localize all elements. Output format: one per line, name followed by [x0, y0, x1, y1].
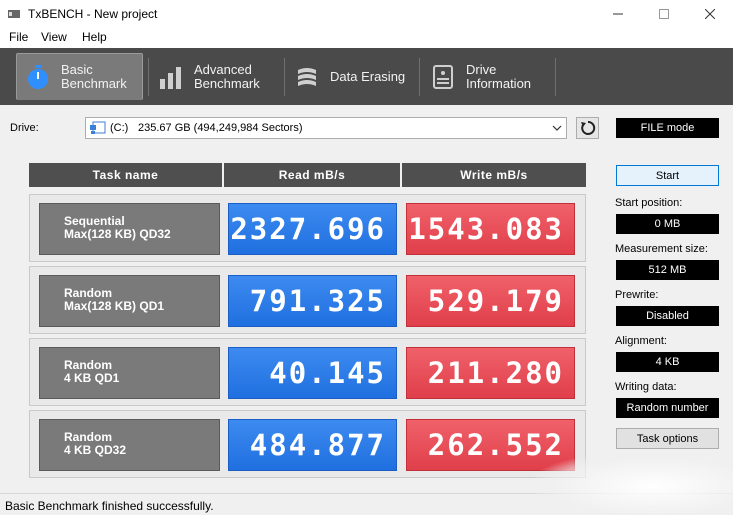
- read-value: 484.877: [228, 419, 397, 471]
- tab-advanced-line1: Advanced: [194, 61, 252, 77]
- refresh-button[interactable]: [576, 117, 599, 139]
- alignment-label: Alignment:: [615, 335, 667, 347]
- header-read: Read mB/s: [224, 163, 400, 187]
- result-row-seq-q32: Sequential Max(128 KB) QD32 2327.696 154…: [29, 194, 586, 262]
- result-row-rnd-4k-q1: Random 4 KB QD1 40.145 211.280: [29, 338, 586, 406]
- drive-select[interactable]: (C:) 235.67 GB (494,249,984 Sectors): [85, 117, 567, 139]
- header-write: Write mB/s: [402, 163, 586, 187]
- tab-basic-benchmark[interactable]: Basic Benchmark: [16, 53, 143, 100]
- task-button-rnd-4k-q32[interactable]: Random 4 KB QD32: [39, 419, 220, 471]
- drive-info-icon: [433, 64, 453, 89]
- app-icon: [8, 10, 20, 18]
- tab-basic-line1: Basic: [61, 62, 93, 77]
- tab-erasing-line1: Data Erasing: [330, 68, 406, 84]
- maximize-icon: [659, 9, 669, 19]
- menu-help[interactable]: Help: [82, 30, 107, 44]
- bar-chart-icon: [160, 66, 181, 89]
- task-options-button[interactable]: Task options: [616, 428, 719, 449]
- task-line2: Max(128 KB) QD32: [64, 227, 171, 241]
- drive-letter: (C:): [110, 122, 129, 134]
- tab-divider: [555, 58, 556, 96]
- read-value: 791.325: [228, 275, 397, 327]
- drive-size: 235.67 GB (494,249,984 Sectors): [138, 122, 303, 134]
- start-position-label: Start position:: [615, 197, 683, 209]
- maximize-button[interactable]: [641, 0, 687, 28]
- drive-icon: [90, 121, 106, 134]
- menu-file[interactable]: File: [9, 30, 28, 44]
- window-title: TxBENCH - New project: [28, 7, 158, 21]
- write-value: 1543.083: [406, 203, 575, 255]
- task-line2: 4 KB QD32: [64, 443, 127, 457]
- task-button-rnd-max-q1[interactable]: Random Max(128 KB) QD1: [39, 275, 220, 327]
- tab-divider: [284, 58, 285, 96]
- minimize-button[interactable]: [595, 0, 641, 28]
- stopwatch-icon: [28, 65, 48, 89]
- status-text: Basic Benchmark finished successfully.: [5, 499, 214, 513]
- tab-advanced-line2: Benchmark: [194, 75, 260, 91]
- refresh-icon: [581, 120, 596, 135]
- file-mode-indicator[interactable]: FILE mode: [616, 118, 719, 138]
- menu-view[interactable]: View: [41, 30, 67, 44]
- writing-data-value[interactable]: Random number: [616, 398, 719, 418]
- start-position-value[interactable]: 0 MB: [616, 214, 719, 234]
- alignment-value[interactable]: 4 KB: [616, 352, 719, 372]
- close-button[interactable]: [687, 0, 733, 28]
- close-icon: [705, 9, 715, 19]
- tab-drive-information[interactable]: Drive Information: [422, 53, 552, 100]
- measurement-size-label: Measurement size:: [615, 243, 708, 255]
- prewrite-value[interactable]: Disabled: [616, 306, 719, 326]
- tab-divider: [419, 58, 420, 96]
- write-value: 529.179: [406, 275, 575, 327]
- read-value: 40.145: [228, 347, 397, 399]
- tab-basic-line2: Benchmark: [61, 76, 127, 91]
- drive-label: Drive:: [10, 122, 39, 134]
- tab-bar: Basic Benchmark Advanced Benchmark Data …: [0, 48, 733, 105]
- menu-bar: File View Help: [0, 28, 733, 48]
- tab-driveinfo-line2: Information: [466, 75, 532, 91]
- tab-divider: [148, 58, 149, 96]
- minimize-icon: [613, 13, 623, 15]
- eraser-icon: [298, 67, 316, 86]
- header-task-name: Task name: [29, 163, 222, 187]
- task-button-seq-q32[interactable]: Sequential Max(128 KB) QD32: [39, 203, 220, 255]
- writing-data-label: Writing data:: [615, 381, 677, 393]
- start-button[interactable]: Start: [616, 165, 719, 186]
- read-value: 2327.696: [228, 203, 397, 255]
- result-row-rnd-4k-q32: Random 4 KB QD32 484.877 262.552: [29, 410, 586, 478]
- tab-driveinfo-line1: Drive: [466, 61, 497, 77]
- write-value: 211.280: [406, 347, 575, 399]
- tab-data-erasing[interactable]: Data Erasing: [286, 53, 416, 100]
- measurement-size-value[interactable]: 512 MB: [616, 260, 719, 280]
- task-line2: 4 KB QD1: [64, 371, 120, 385]
- task-button-rnd-4k-q1[interactable]: Random 4 KB QD1: [39, 347, 220, 399]
- task-line2: Max(128 KB) QD1: [64, 299, 165, 313]
- title-bar: TxBENCH - New project: [0, 0, 733, 28]
- chevron-down-icon: [552, 125, 562, 131]
- tab-advanced-benchmark[interactable]: Advanced Benchmark: [150, 53, 280, 100]
- result-row-rnd-max-q1: Random Max(128 KB) QD1 791.325 529.179: [29, 266, 586, 334]
- prewrite-label: Prewrite:: [615, 289, 659, 301]
- watermark-overlay: [533, 452, 733, 515]
